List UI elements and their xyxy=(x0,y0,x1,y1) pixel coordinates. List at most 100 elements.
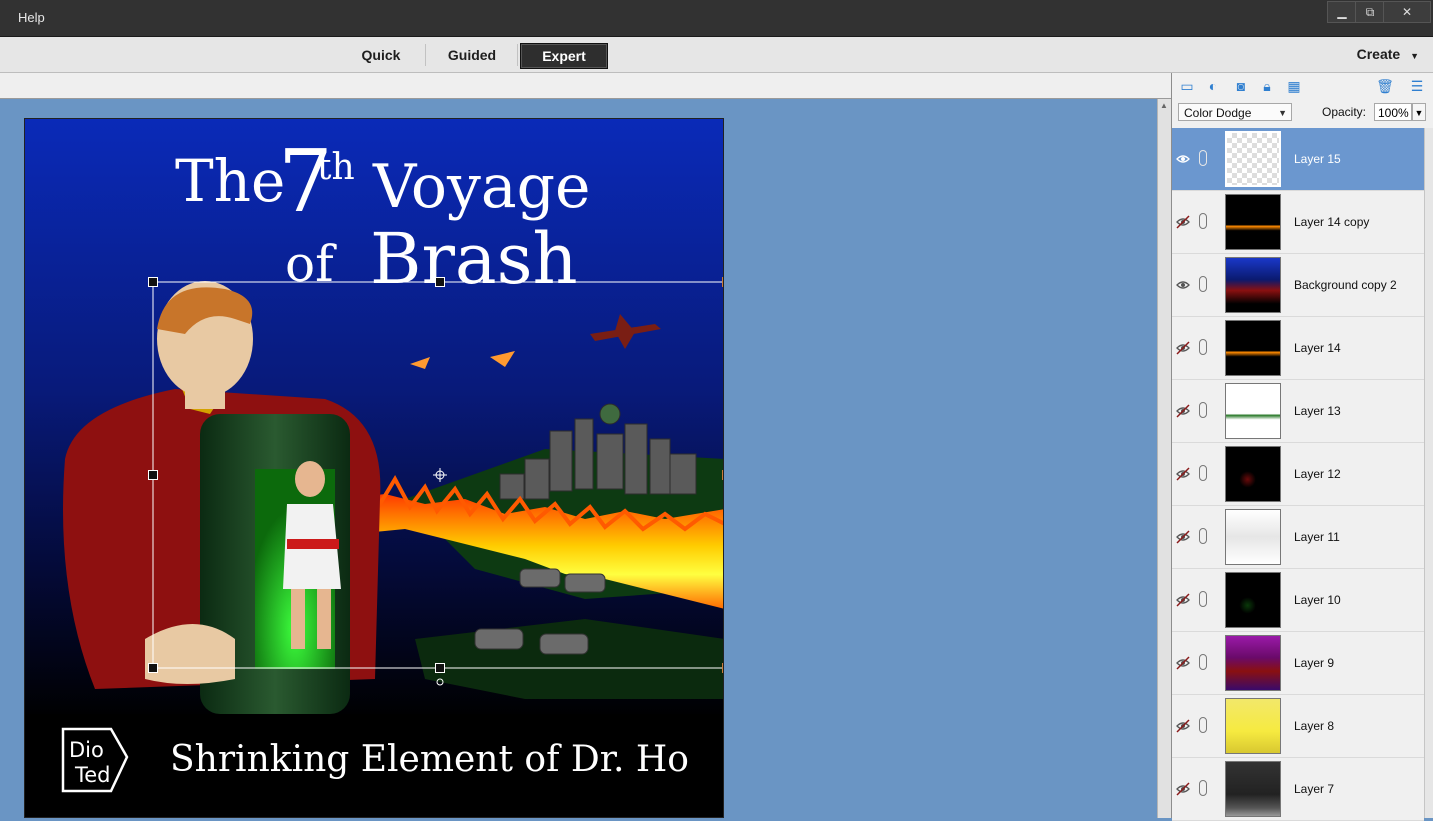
eye-hidden-icon[interactable] xyxy=(1176,404,1190,418)
layer-row[interactable]: Background copy 2 xyxy=(1172,254,1424,317)
layer-list: Layer 15 Layer 14 copy Background copy 2 La… xyxy=(1172,128,1424,821)
document-canvas[interactable]: The 7 th Voyage of Brash Dio Ted Shrinki… xyxy=(24,118,724,818)
layer-mask-icon[interactable]: ◙ xyxy=(1232,77,1250,95)
blend-mode-select[interactable]: Color Dodge ▼ xyxy=(1178,103,1292,121)
minimize-button[interactable]: ▁ xyxy=(1327,1,1357,23)
opacity-label: Opacity: xyxy=(1322,105,1367,119)
link-icon[interactable] xyxy=(1199,717,1207,733)
link-icon[interactable] xyxy=(1199,654,1207,670)
link-icon[interactable] xyxy=(1199,150,1207,166)
layer-name: Layer 14 xyxy=(1294,341,1341,355)
layer-row[interactable]: Layer 13 xyxy=(1172,380,1424,443)
layer-name: Background copy 2 xyxy=(1294,278,1397,292)
link-icon[interactable] xyxy=(1199,591,1207,607)
layer-name: Layer 13 xyxy=(1294,404,1341,418)
layer-row[interactable]: Layer 7 xyxy=(1172,758,1424,821)
canvas-vertical-scrollbar[interactable]: ▲ xyxy=(1157,99,1172,818)
new-layer-icon[interactable]: ▭ xyxy=(1178,77,1196,95)
tab-quick[interactable]: Quick xyxy=(341,43,421,67)
eye-hidden-icon[interactable] xyxy=(1176,530,1190,544)
link-icon[interactable] xyxy=(1199,339,1207,355)
layer-thumbnail xyxy=(1225,509,1281,565)
layers-scrollbar[interactable] xyxy=(1424,128,1433,818)
layer-name: Layer 12 xyxy=(1294,467,1341,481)
panel-menu-icon[interactable]: ☰ xyxy=(1408,77,1426,95)
scroll-up-arrow[interactable]: ▲ xyxy=(1160,101,1168,110)
transform-handle-bl[interactable] xyxy=(148,663,158,673)
layer-name: Layer 10 xyxy=(1294,593,1341,607)
layer-row[interactable]: Layer 12 xyxy=(1172,443,1424,506)
layer-thumbnail xyxy=(1225,320,1281,376)
layer-name: Layer 15 xyxy=(1294,152,1341,166)
layer-name: Layer 7 xyxy=(1294,782,1335,796)
opacity-input[interactable]: 100% xyxy=(1374,103,1412,121)
layer-row[interactable]: Layer 10 xyxy=(1172,569,1424,632)
eye-hidden-icon[interactable] xyxy=(1176,719,1190,733)
lock-transparency-icon[interactable]: ▦ xyxy=(1285,77,1303,95)
mode-separator xyxy=(517,44,518,66)
blend-mode-value: Color Dodge xyxy=(1184,106,1252,120)
options-bar xyxy=(0,73,1171,99)
logo-line2: Ted xyxy=(74,763,111,787)
eye-hidden-icon[interactable] xyxy=(1176,593,1190,607)
eye-hidden-icon[interactable] xyxy=(1176,782,1190,796)
layer-thumbnail xyxy=(1225,446,1281,502)
link-icon[interactable] xyxy=(1199,465,1207,481)
layer-thumbnail xyxy=(1225,194,1281,250)
transform-handle-ml[interactable] xyxy=(148,470,158,480)
layer-row[interactable]: Layer 9 xyxy=(1172,632,1424,695)
link-icon[interactable] xyxy=(1199,213,1207,229)
mode-bar: Quick Guided Expert Create ▼ xyxy=(0,37,1433,73)
lock-all-icon[interactable]: 🔒︎ xyxy=(1258,77,1276,95)
transform-handle-mr[interactable] xyxy=(722,470,723,480)
eye-icon[interactable] xyxy=(1176,278,1190,292)
layer-name: Layer 8 xyxy=(1294,719,1335,733)
transform-handle-tr[interactable] xyxy=(722,277,723,287)
layer-row[interactable]: Layer 11 xyxy=(1172,506,1424,569)
layer-thumbnail xyxy=(1225,698,1281,754)
eye-icon[interactable] xyxy=(1176,152,1190,166)
layer-row[interactable]: Layer 14 copy xyxy=(1172,191,1424,254)
layer-thumbnail xyxy=(1225,383,1281,439)
link-icon[interactable] xyxy=(1199,276,1207,292)
create-label: Create xyxy=(1356,46,1401,62)
adjustment-layer-icon[interactable]: ◐ xyxy=(1204,77,1222,95)
link-icon[interactable] xyxy=(1199,402,1207,418)
layer-thumbnail xyxy=(1225,131,1281,187)
layers-panel: ▭ ◐ ◙ 🔒︎ ▦ 🗑︎ ☰ Color Dodge ▼ Opacity: 1… xyxy=(1171,73,1433,821)
title-voyage: Voyage xyxy=(372,152,591,222)
eye-hidden-icon[interactable] xyxy=(1176,215,1190,229)
transform-handle-br[interactable] xyxy=(722,663,723,673)
tab-expert[interactable]: Expert xyxy=(520,43,608,69)
close-button[interactable]: ✕ xyxy=(1383,1,1431,23)
link-icon[interactable] xyxy=(1199,528,1207,544)
layer-name: Layer 14 copy xyxy=(1294,215,1370,229)
layer-thumbnail xyxy=(1225,572,1281,628)
transform-handle-tm[interactable] xyxy=(435,277,445,287)
chevron-down-icon: ▼ xyxy=(1278,108,1287,118)
layer-row[interactable]: Layer 15 xyxy=(1172,128,1424,191)
transform-handle-tl[interactable] xyxy=(148,277,158,287)
layer-thumbnail xyxy=(1225,761,1281,817)
opacity-dropdown-button[interactable]: ▼ xyxy=(1412,103,1426,121)
eye-hidden-icon[interactable] xyxy=(1176,656,1190,670)
restore-button[interactable]: ⧉ xyxy=(1355,1,1385,23)
trash-icon[interactable]: 🗑︎ xyxy=(1376,77,1394,95)
tab-guided[interactable]: Guided xyxy=(430,43,514,67)
title-of: of xyxy=(285,235,337,293)
layer-thumbnail xyxy=(1225,257,1281,313)
title-bar: Help ▁ ⧉ ✕ xyxy=(0,0,1433,37)
title-brash: Brash xyxy=(370,218,578,300)
layer-row[interactable]: Layer 8 xyxy=(1172,695,1424,758)
layer-name: Layer 11 xyxy=(1294,530,1340,544)
create-menu[interactable]: Create ▼ xyxy=(1357,46,1419,62)
cover-artwork: The 7 th Voyage of Brash Dio Ted Shrinki… xyxy=(25,119,723,817)
link-icon[interactable] xyxy=(1199,780,1207,796)
transform-handle-bm[interactable] xyxy=(435,663,445,673)
eye-hidden-icon[interactable] xyxy=(1176,467,1190,481)
eye-hidden-icon[interactable] xyxy=(1176,341,1190,355)
title-the: The xyxy=(175,147,285,215)
mode-separator xyxy=(425,44,426,66)
layer-row[interactable]: Layer 14 xyxy=(1172,317,1424,380)
menu-help[interactable]: Help xyxy=(18,10,45,25)
